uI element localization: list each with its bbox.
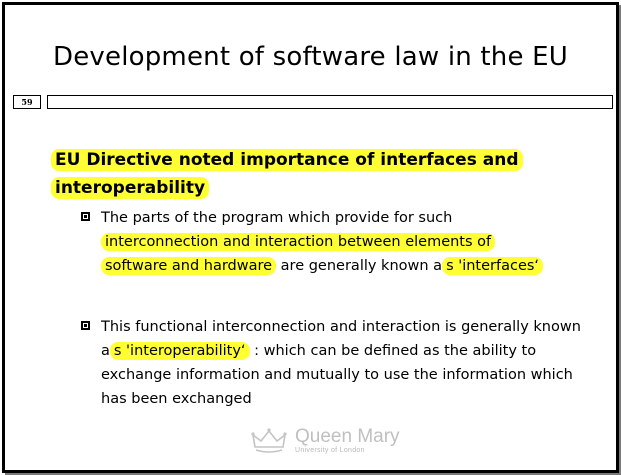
logo-subtitle: University of London bbox=[295, 447, 365, 454]
title-rule: 59 bbox=[13, 95, 613, 109]
bullet-text-part: The parts of the program which provide f… bbox=[101, 210, 453, 226]
bullet-highlight: interconnection and interaction between … bbox=[101, 233, 496, 251]
slide-number: 59 bbox=[13, 95, 41, 109]
bullet-highlight: s 'interfaces‘ bbox=[442, 257, 544, 275]
bullet-interfaces: The parts of the program which provide f… bbox=[81, 206, 581, 278]
slide-heading: EU Directive noted importance of interfa… bbox=[51, 146, 571, 202]
bullet-text: The parts of the program which provide f… bbox=[101, 206, 581, 278]
bullet-text: This functional interconnection and inte… bbox=[101, 315, 581, 411]
bullet-highlight: software and hardware bbox=[101, 257, 277, 275]
logo-name: Queen Mary bbox=[295, 426, 400, 447]
slide-frame: Development of software law in the EU 59… bbox=[2, 2, 619, 473]
rule-bar bbox=[47, 95, 613, 109]
queen-mary-logo: Queen Mary University of London bbox=[249, 425, 429, 455]
bullet-highlight: s 'interoperability‘ bbox=[109, 342, 250, 360]
slide-title: Development of software law in the EU bbox=[53, 42, 568, 72]
heading-line-1: EU Directive noted importance of interfa… bbox=[51, 149, 523, 171]
square-bullet-icon bbox=[81, 321, 90, 330]
bullet-interoperability: This functional interconnection and inte… bbox=[81, 315, 581, 411]
bullet-text-part: are generally known a bbox=[276, 258, 443, 274]
heading-line-2: interoperability bbox=[51, 177, 210, 199]
crown-icon bbox=[251, 428, 287, 453]
square-bullet-icon bbox=[81, 212, 90, 221]
